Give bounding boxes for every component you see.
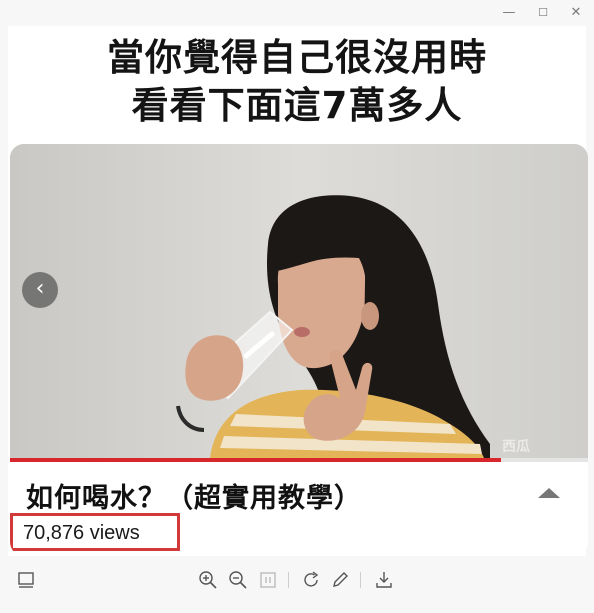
- previous-slide-button[interactable]: ‹: [22, 272, 58, 308]
- window-titlebar: — ☐ ✕: [0, 0, 594, 26]
- edit-icon[interactable]: [330, 570, 350, 590]
- view-count: 70,876 views: [23, 522, 140, 544]
- watermark-text: 西瓜: [502, 439, 530, 455]
- caption-line-2: 看看下面這7萬多人: [131, 84, 463, 127]
- thumbnail-illustration: [10, 144, 588, 458]
- video-card: ‹ 西瓜 如何喝水？（超實用教學） 70,876 views: [10, 144, 588, 556]
- caption-line-1: 當你覺得自己很沒用時: [107, 36, 487, 79]
- toolbar-divider: [360, 572, 361, 588]
- meme-caption: 當你覺得自己很沒用時 看看下面這7萬多人: [8, 34, 586, 130]
- video-progress-fill: [10, 458, 502, 462]
- expand-up-icon[interactable]: [538, 488, 560, 498]
- zoom-out-icon[interactable]: [228, 570, 248, 590]
- fit-page-icon[interactable]: [258, 570, 278, 590]
- views-highlight-box: 70,876 views: [10, 513, 180, 551]
- maximize-button[interactable]: ☐: [531, 3, 555, 23]
- close-button[interactable]: ✕: [564, 3, 588, 23]
- toolbar-divider: [288, 572, 289, 588]
- download-icon[interactable]: [374, 570, 394, 590]
- zoom-in-icon[interactable]: [198, 570, 218, 590]
- viewer-toolbar: [0, 562, 594, 598]
- meme-image: 當你覺得自己很沒用時 看看下面這7萬多人 ‹ 西瓜 如何喝水？（超實用教學） 7…: [8, 26, 588, 556]
- sidebar-icon[interactable]: [16, 570, 36, 590]
- video-progress-bar[interactable]: [10, 458, 588, 462]
- minimize-button[interactable]: —: [497, 3, 521, 23]
- rotate-icon[interactable]: [302, 570, 322, 590]
- video-title[interactable]: 如何喝水？（超實用教學）: [26, 476, 362, 515]
- video-thumbnail[interactable]: ‹ 西瓜: [10, 144, 588, 458]
